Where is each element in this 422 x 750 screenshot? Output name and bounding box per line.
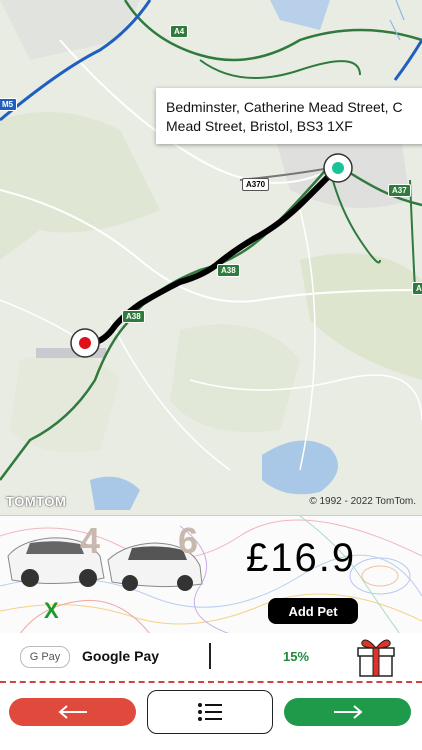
road-label-a4: A4: [170, 25, 189, 38]
topo-background: [0, 516, 422, 634]
map-canvas: [0, 0, 422, 515]
remove-x[interactable]: X: [44, 598, 59, 624]
google-pay-badge: G Pay: [20, 646, 70, 668]
arrow-right-icon: [333, 705, 363, 719]
address-line-2: Mead Street, Bristol, BS3 1XF: [166, 118, 353, 134]
fare-panel: 4 6 £16.9 X Add Pet: [0, 515, 422, 634]
next-button[interactable]: [284, 698, 411, 726]
payment-row[interactable]: G Pay Google Pay 15%: [0, 633, 422, 683]
road-label-m5: M5: [0, 98, 18, 111]
road-label-a370: A370: [242, 178, 270, 191]
road-label-a37: A37: [388, 184, 411, 197]
gift-icon[interactable]: [354, 636, 398, 678]
green-dot-pin-icon: [323, 153, 353, 183]
road-label-a38-lower: A38: [122, 310, 145, 323]
list-button[interactable]: [147, 690, 273, 734]
fare-price: £16.9: [246, 536, 357, 580]
add-pet-button[interactable]: Add Pet: [268, 598, 358, 624]
payment-method-label: Google Pay: [82, 648, 160, 664]
tomtom-logo: TOMTOM: [6, 494, 67, 509]
back-button[interactable]: [9, 698, 136, 726]
map-attribution: © 1992 - 2022 TomTom.: [309, 496, 416, 507]
road-label-a-edge: A: [412, 282, 422, 295]
payment-divider: [209, 643, 211, 669]
address-line-1: Bedminster, Catherine Mead Street, C: [166, 99, 403, 115]
list-icon: [198, 703, 222, 721]
luggage-count: 6: [178, 520, 199, 561]
discount-percent: 15%: [283, 649, 310, 664]
route-map[interactable]: A4 M5 A370 A37 A38 A38 A Bedminster, Cat…: [0, 0, 422, 515]
arrow-left-icon: [57, 705, 87, 719]
road-label-a38-upper: A38: [217, 264, 240, 277]
address-tooltip[interactable]: Bedminster, Catherine Mead Street, C Mea…: [156, 88, 422, 144]
passenger-count: 4: [80, 520, 101, 561]
red-dot-pin-icon: [70, 328, 100, 358]
